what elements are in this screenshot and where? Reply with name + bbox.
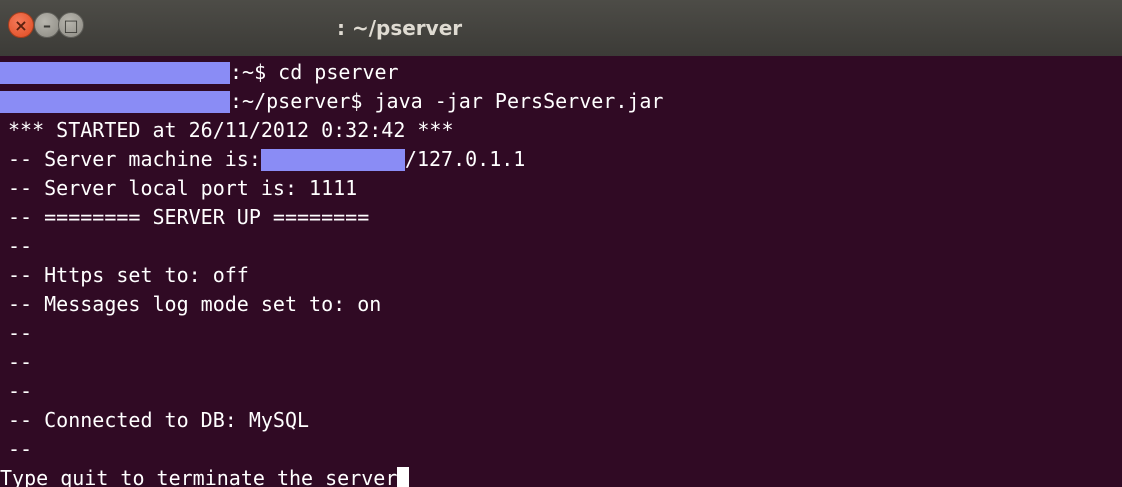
terminal-line-machine: -- Server machine is: /127.0.1.1 xyxy=(8,145,525,174)
command-text: :~/pserver$ java -jar PersServer.jar xyxy=(230,89,664,113)
minimize-icon: – xyxy=(43,16,51,35)
terminal-line-started: *** STARTED at 26/11/2012 0:32:42 *** xyxy=(8,118,454,142)
terminal-line-log-mode: -- Messages log mode set to: on xyxy=(8,292,382,316)
machine-ip: /127.0.1.1 xyxy=(404,147,526,171)
minimize-button[interactable]: – xyxy=(34,12,60,38)
title-bar[interactable]: × – □ : ~/pserver xyxy=(0,0,1122,56)
terminal-line-https: -- Https set to: off xyxy=(8,263,249,287)
terminal-line-port: -- Server local port is: 1111 xyxy=(8,176,358,200)
close-icon: × xyxy=(14,16,28,35)
close-button[interactable]: × xyxy=(8,12,34,38)
terminal-line-empty: -- xyxy=(8,437,33,461)
redacted-hostname xyxy=(260,149,405,171)
machine-label: -- Server machine is: xyxy=(8,147,273,171)
window-title: : ~/pserver xyxy=(337,16,463,40)
redacted-username xyxy=(0,62,230,84)
terminal-line-empty: -- xyxy=(8,321,33,345)
maximize-button[interactable]: □ xyxy=(58,12,84,38)
maximize-icon: □ xyxy=(63,16,79,35)
text-cursor xyxy=(397,467,410,487)
terminal-line-server-up: -- ======== SERVER UP ======== xyxy=(8,205,370,229)
terminal-line-empty: -- xyxy=(8,350,33,374)
terminal-line-empty: -- xyxy=(8,379,33,403)
terminal-line-prompt-java: :~/pserver$ java -jar PersServer.jar xyxy=(0,87,664,116)
terminal-line-empty: -- xyxy=(8,234,33,258)
terminal-line-db: -- Connected to DB: MySQL xyxy=(8,408,310,432)
command-text: :~$ cd pserver xyxy=(230,60,399,84)
terminal-window: × – □ : ~/pserver :~$ cd pserver :~/pser… xyxy=(0,0,1122,487)
terminal-line-prompt-cd: :~$ cd pserver xyxy=(0,58,399,87)
quit-prompt-text: Type quit to terminate the server xyxy=(0,466,398,487)
terminal-line-quit[interactable]: Type quit to terminate the server xyxy=(0,464,410,487)
terminal-output[interactable]: :~$ cd pserver :~/pserver$ java -jar Per… xyxy=(0,56,1122,487)
redacted-username xyxy=(0,91,230,113)
